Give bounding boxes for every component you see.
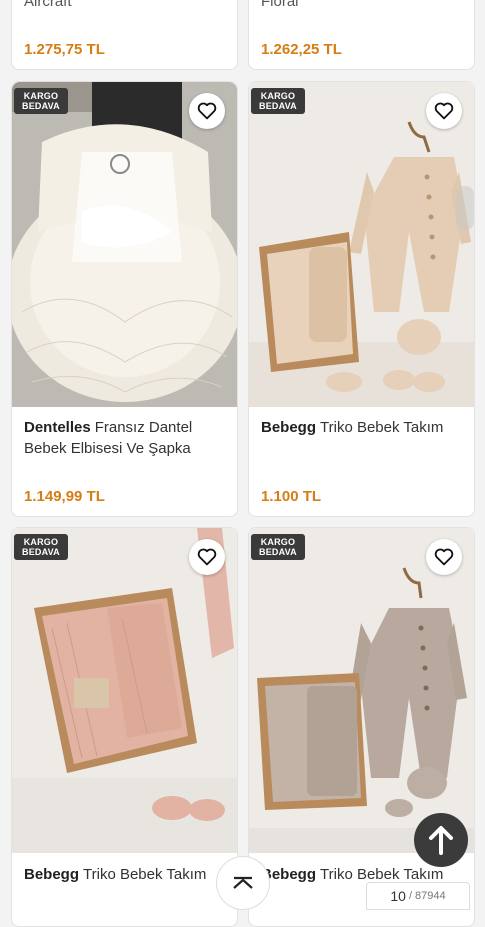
product-title: Floral [261,0,299,10]
free-shipping-badge: KARGO BEDAVA [14,534,68,560]
free-shipping-badge: KARGO BEDAVA [14,88,68,114]
favorite-button[interactable] [426,539,462,575]
free-shipping-badge: KARGO BEDAVA [251,534,305,560]
heart-outline-icon [434,102,454,120]
product-price: 1.262,25 TL [261,41,342,58]
knit-set-image [249,528,474,853]
lace-dress-image [12,82,237,407]
chevron-up-icon [233,876,253,889]
heart-outline-icon [197,102,217,120]
scroll-handle[interactable] [456,186,474,230]
free-shipping-badge: KARGO BEDAVA [251,88,305,114]
product-card[interactable]: KARGO BEDAVA Dentelles Fransız Dantel Bebe… [11,81,238,517]
product-price: 1.275,75 TL [24,41,105,58]
heart-outline-icon [434,548,454,566]
heart-outline-icon [197,548,217,566]
product-image[interactable]: KARGO BEDAVA [249,82,474,407]
product-name: Triko Bebek Takım [320,866,444,883]
product-card[interactable]: Aircraft 1.275,75 TL [11,0,238,70]
page-current: 10 [390,888,406,904]
product-image[interactable]: KARGO BEDAVA [12,82,237,407]
product-image[interactable]: KARGO BEDAVA [12,528,237,853]
product-image[interactable]: KARGO BEDAVA [249,528,474,853]
product-price: 1.100 TL [261,488,322,505]
product-card[interactable]: KARGO BEDAVA Bebegg Triko Bebek Takım [11,527,238,927]
product-brand: Dentelles [24,419,91,436]
product-title: Bebegg Triko Bebek Takım [24,864,223,885]
product-title: Dentelles Fransız Dantel Bebek Elbisesi V… [24,417,223,459]
scroll-to-top-button[interactable] [414,813,468,867]
product-card[interactable]: Floral 1.262,25 TL [248,0,475,70]
arrow-up-icon [429,826,453,855]
page-counter: 10 / 87944 [366,882,470,910]
knit-set-image [249,82,474,407]
favorite-button[interactable] [426,93,462,129]
product-brand: Bebegg [24,866,80,883]
product-title: Bebegg Triko Bebek Takım [261,417,460,438]
page-total: / 87944 [408,890,446,902]
favorite-button[interactable] [189,93,225,129]
collapse-button[interactable] [216,856,270,910]
knit-set-image [12,528,237,853]
favorite-button[interactable] [189,539,225,575]
product-name: Triko Bebek Takım [320,419,444,436]
product-brand: Bebegg [261,419,317,436]
product-price: 1.149,99 TL [24,488,105,505]
product-title: Aircraft [24,0,72,10]
product-card[interactable]: KARGO BEDAVA Bebegg Triko Bebek Takım 1.10… [248,81,475,517]
product-card[interactable]: KARGO BEDAVA Bebegg Triko Bebek Takım [248,527,475,927]
product-name: Triko Bebek Takım [83,866,207,883]
